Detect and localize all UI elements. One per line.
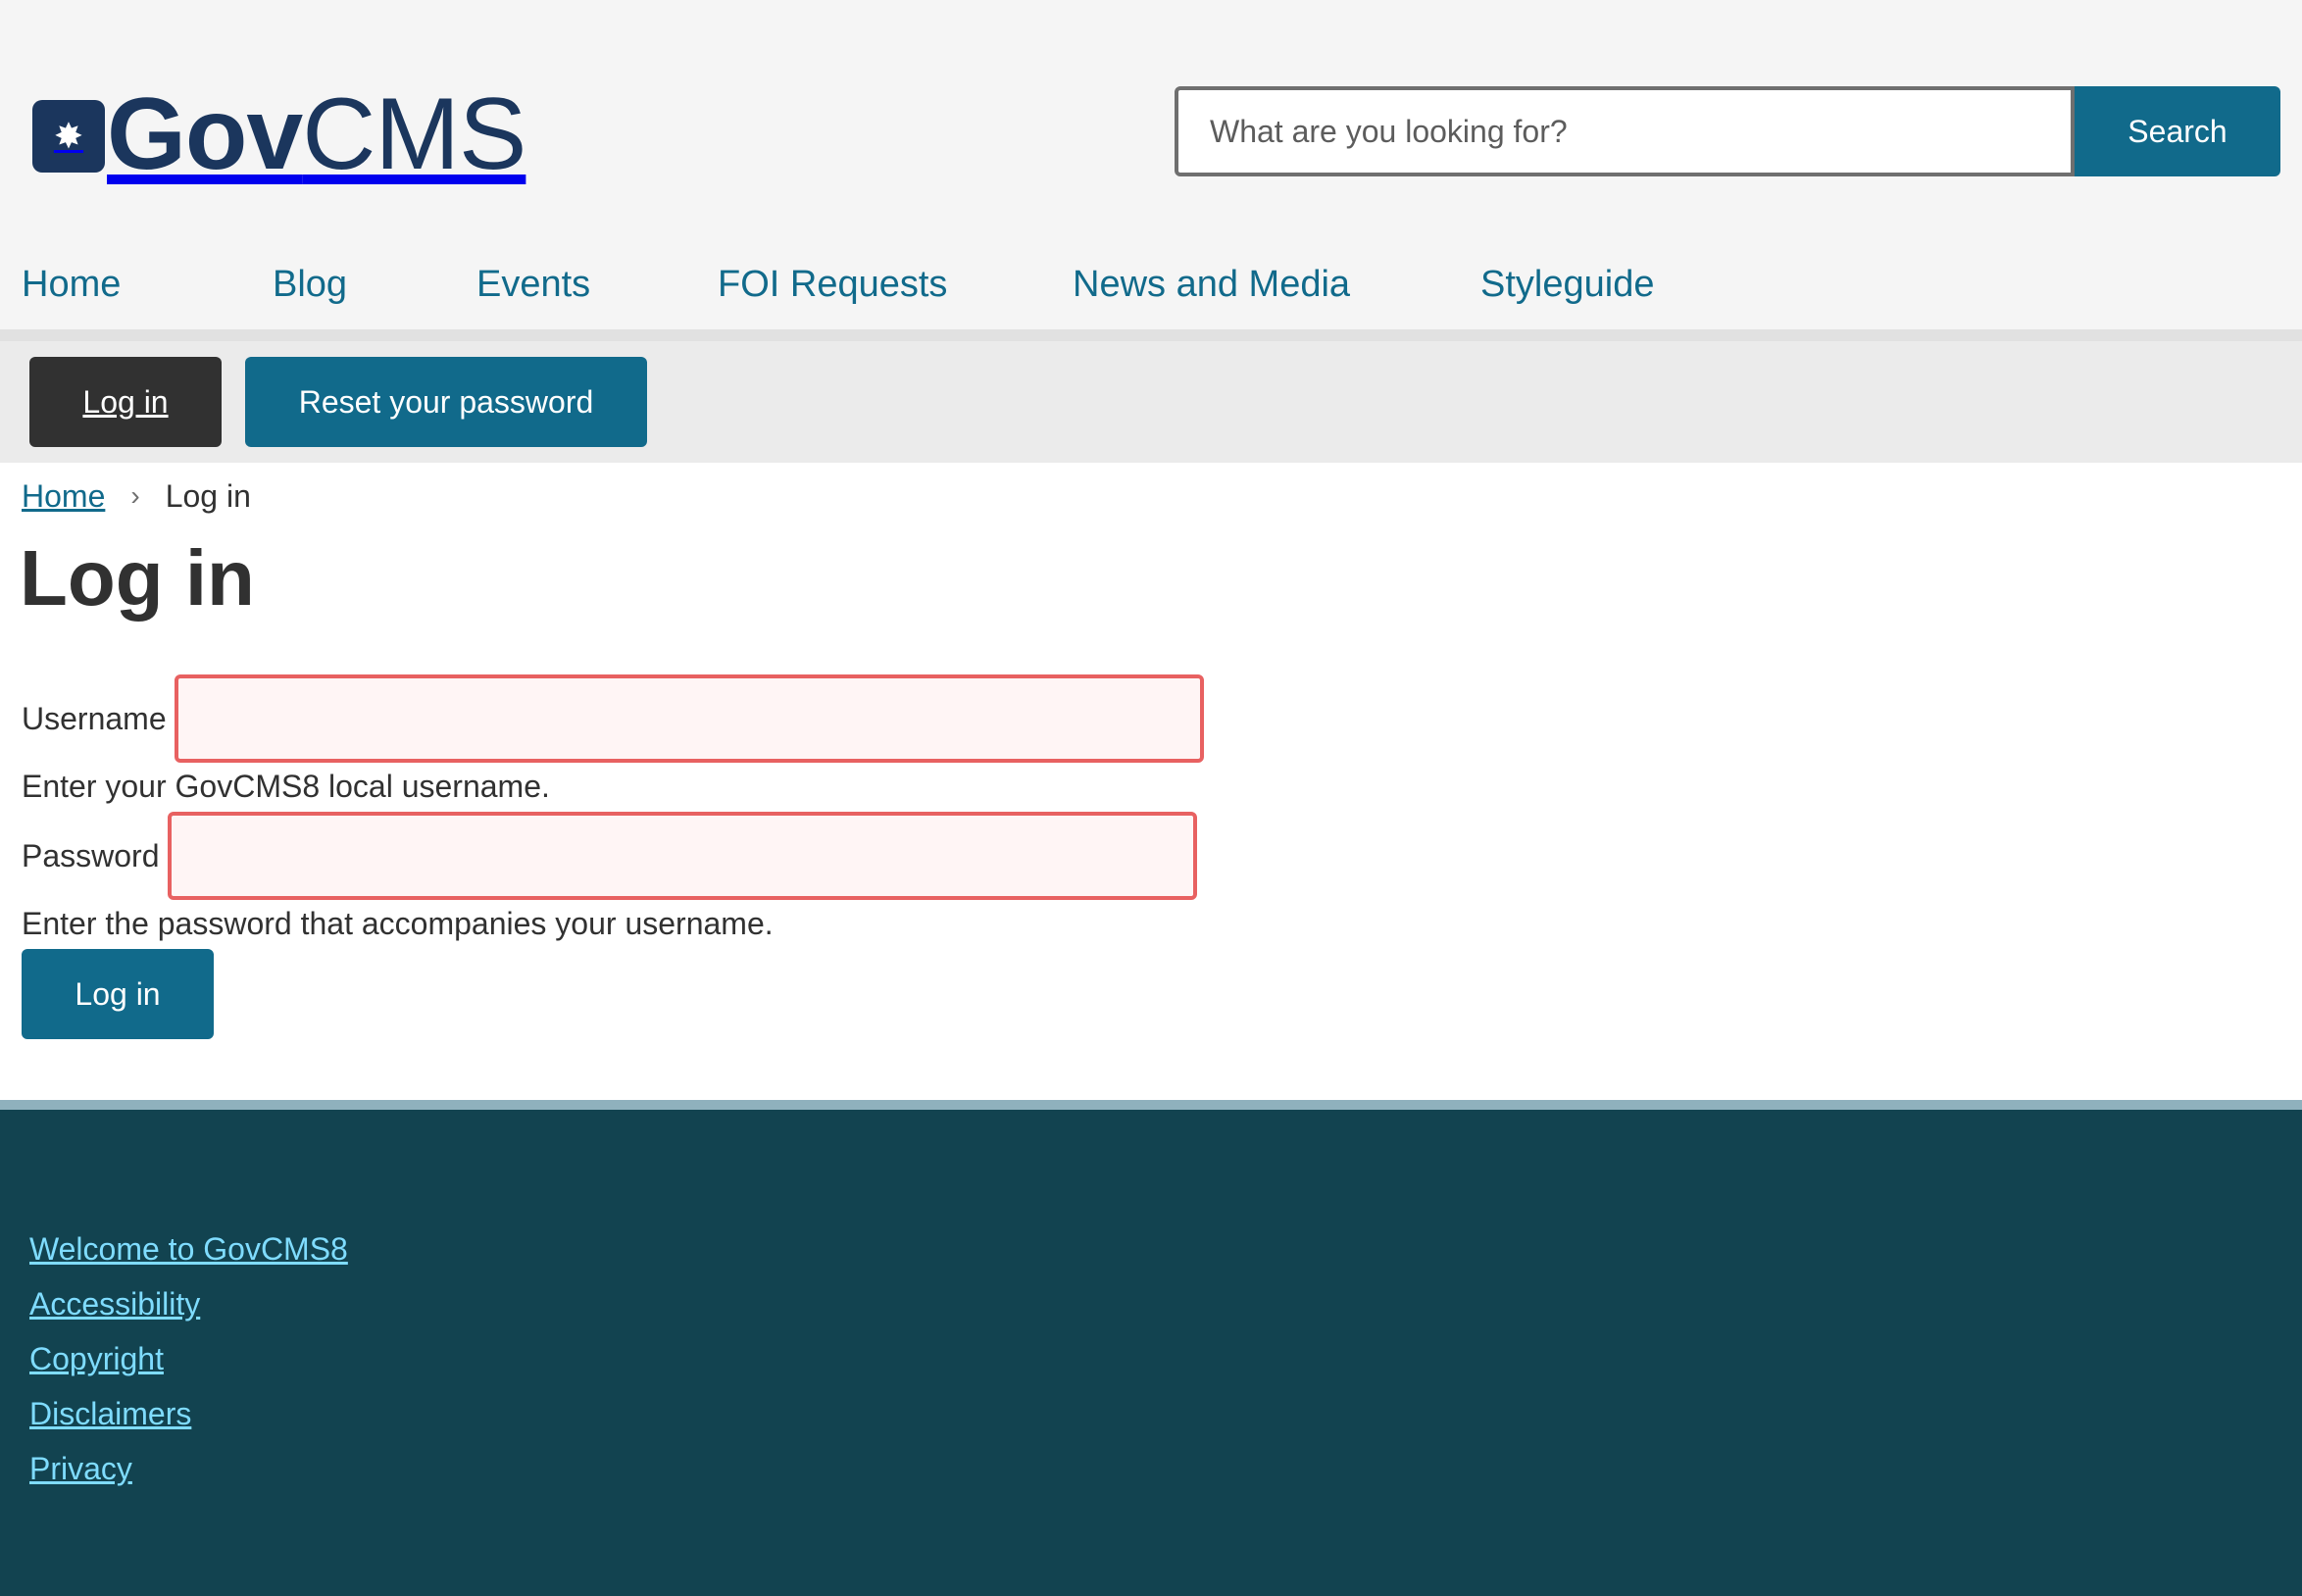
username-row: Username xyxy=(22,674,1204,763)
site-footer: Welcome to GovCMS8 Accessibility Copyrig… xyxy=(0,1110,2302,1596)
footer-divider xyxy=(0,1100,2302,1110)
breadcrumb-current: Log in xyxy=(165,477,251,514)
footer-link-item: Disclaimers xyxy=(29,1386,348,1441)
search-button[interactable]: Search xyxy=(2075,86,2280,176)
logo-text: GovCMS xyxy=(107,83,526,185)
page-title: Log in xyxy=(20,534,255,622)
nav-item-styleguide[interactable]: Styleguide xyxy=(1459,241,1753,327)
chevron-right-icon: › xyxy=(130,480,140,511)
nav-item-foi-requests[interactable]: FOI Requests xyxy=(696,241,1051,327)
breadcrumb-home-link[interactable]: Home xyxy=(22,478,105,515)
footer-link-item: Welcome to GovCMS8 xyxy=(29,1222,348,1276)
site-logo[interactable]: ✸ GovCMS xyxy=(32,80,526,188)
local-tasks: Log in Reset your password xyxy=(0,341,2302,463)
nav-item-home[interactable]: Home xyxy=(0,241,251,327)
footer-link-welcome[interactable]: Welcome to GovCMS8 xyxy=(29,1231,348,1267)
logo-text-light: CMS xyxy=(302,77,526,191)
main-navigation: Home Blog Events FOI Requests News and M… xyxy=(0,241,2302,329)
footer-link-privacy[interactable]: Privacy xyxy=(29,1451,132,1486)
log-in-button[interactable]: Log in xyxy=(22,949,214,1039)
footer-link-item: Accessibility xyxy=(29,1276,348,1331)
nav-item-news-and-media[interactable]: News and Media xyxy=(1051,241,1459,327)
logo-mark: ✸ xyxy=(32,100,105,173)
star-icon: ✸ xyxy=(53,116,84,156)
search-form: Search xyxy=(1175,86,2280,176)
nav-divider xyxy=(0,329,2302,341)
footer-link-item: Copyright xyxy=(29,1331,348,1386)
username-input[interactable] xyxy=(174,674,1204,763)
password-label: Password xyxy=(22,837,160,873)
site-header: ✸ GovCMS Search Home Blog Events FOI Req… xyxy=(0,0,2302,329)
footer-link-disclaimers[interactable]: Disclaimers xyxy=(29,1396,191,1431)
search-input[interactable] xyxy=(1175,86,2075,176)
footer-link-item: Privacy xyxy=(29,1441,348,1496)
footer-link-copyright[interactable]: Copyright xyxy=(29,1341,164,1376)
footer-link-accessibility[interactable]: Accessibility xyxy=(29,1286,200,1322)
nav-item-blog[interactable]: Blog xyxy=(251,241,455,327)
password-row: Password xyxy=(22,812,1197,900)
footer-links: Welcome to GovCMS8 Accessibility Copyrig… xyxy=(29,1222,348,1496)
password-input[interactable] xyxy=(167,812,1197,900)
nav-item-events[interactable]: Events xyxy=(455,241,696,327)
tab-reset-password[interactable]: Reset your password xyxy=(245,357,647,447)
tab-log-in[interactable]: Log in xyxy=(29,357,222,447)
breadcrumb: Home › Log in xyxy=(22,474,251,518)
username-label: Username xyxy=(22,700,167,736)
password-description: Enter the password that accompanies your… xyxy=(22,906,774,941)
username-description: Enter your GovCMS8 local username. xyxy=(22,769,550,804)
logo-text-bold: Gov xyxy=(107,77,303,191)
